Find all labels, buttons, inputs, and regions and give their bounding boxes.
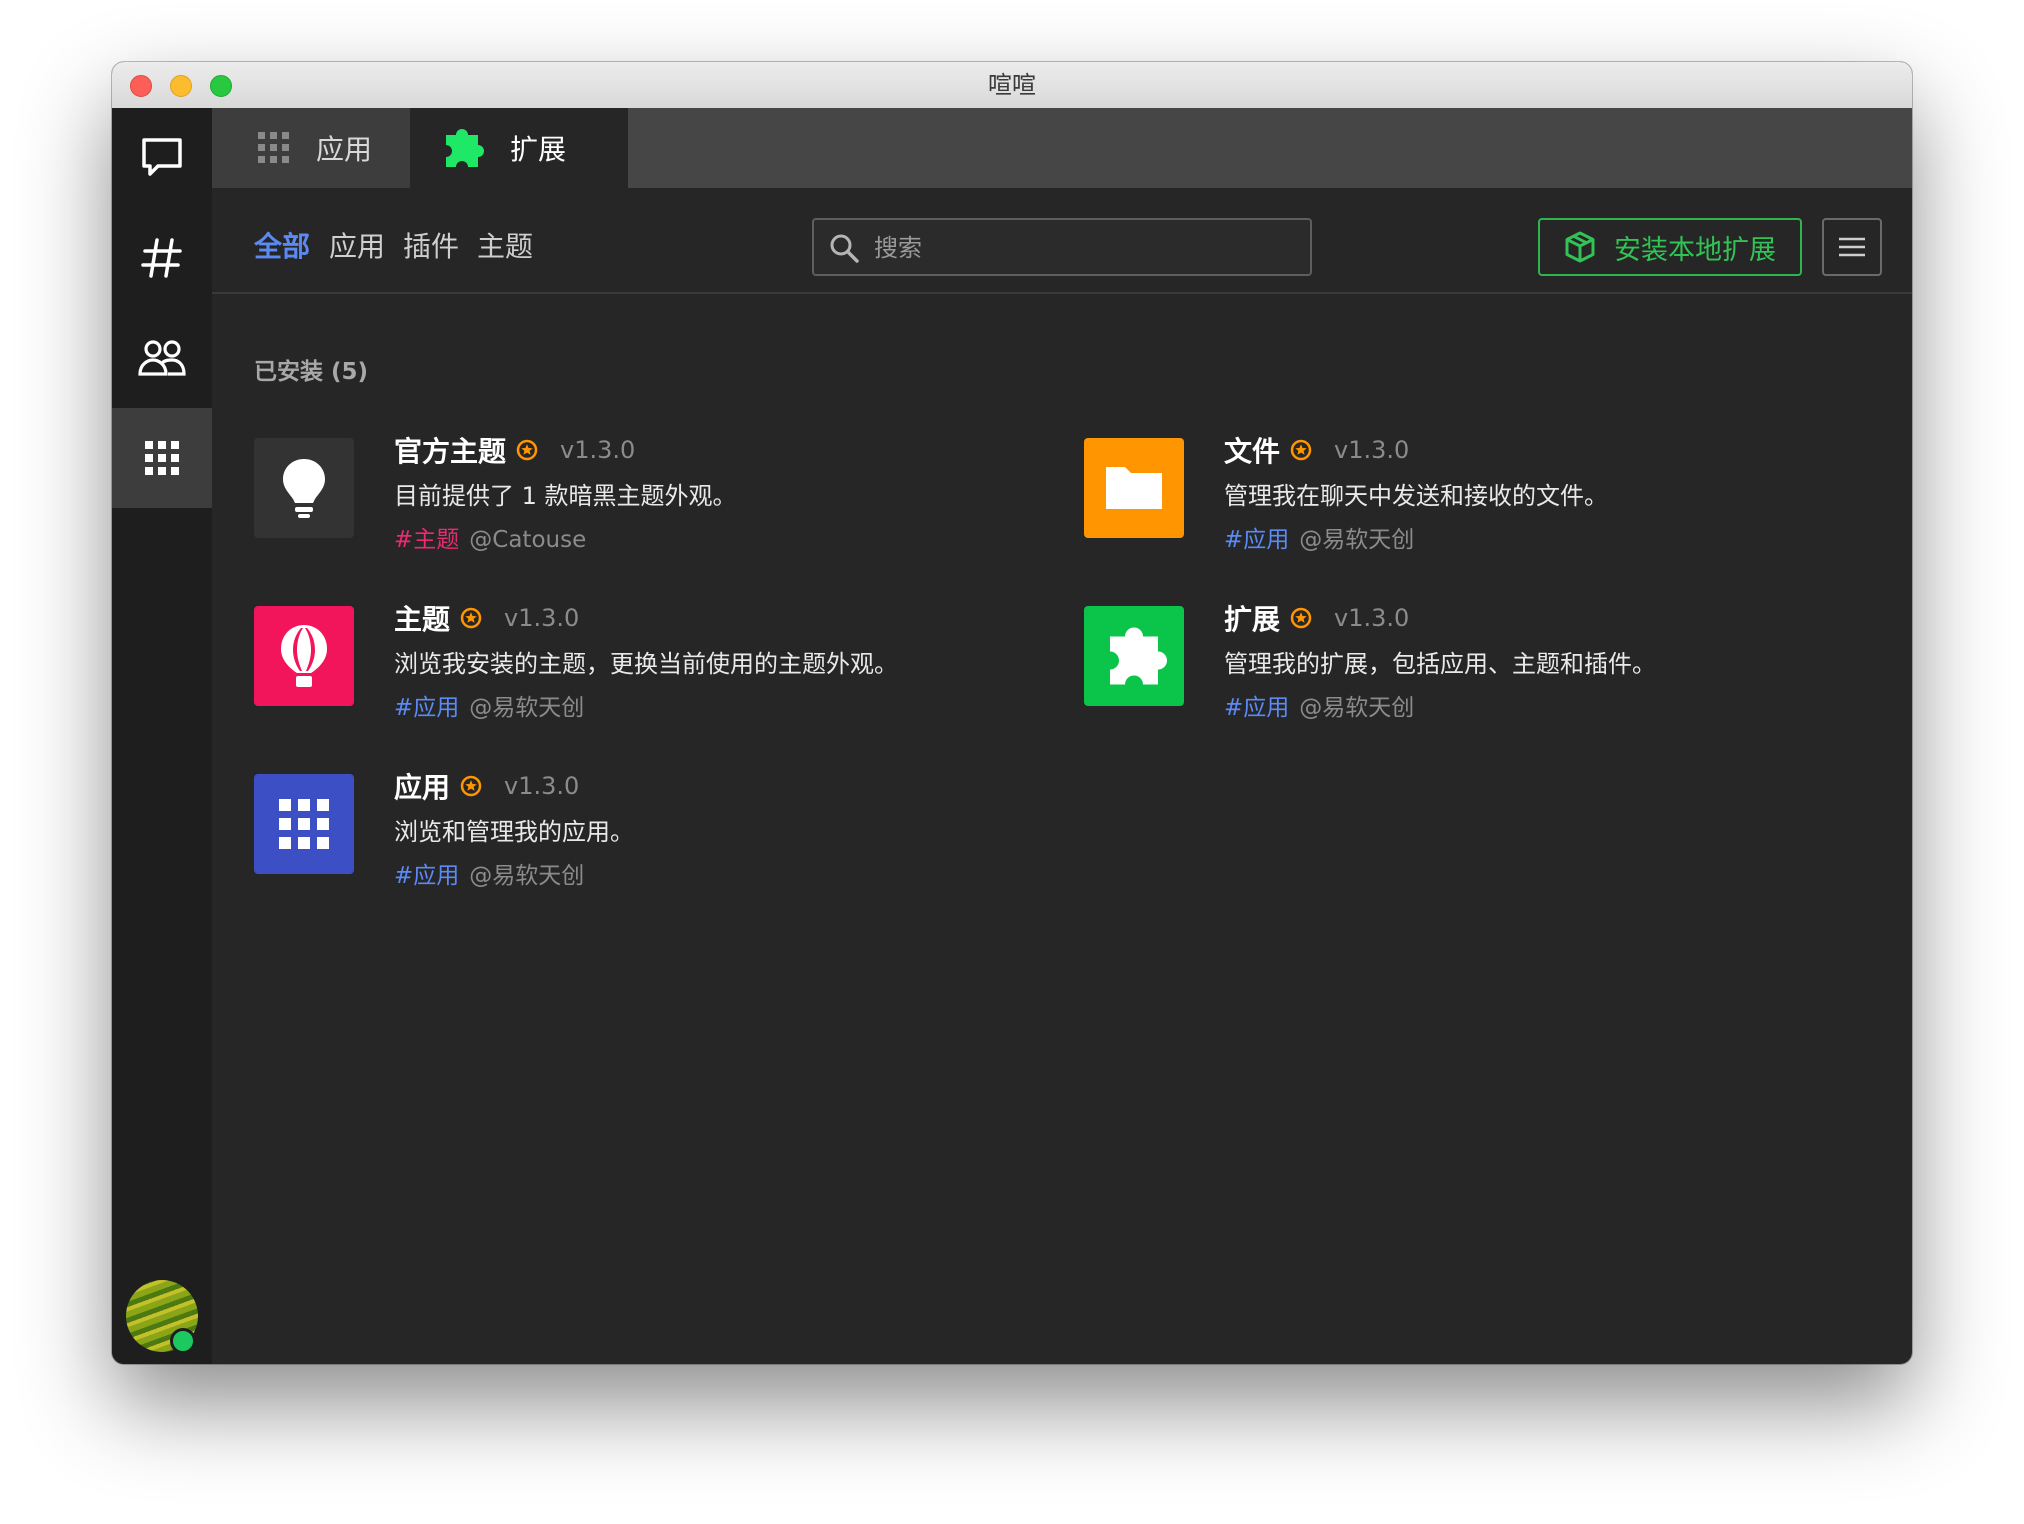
nav-channels[interactable] <box>112 208 212 308</box>
package-icon <box>1565 231 1595 263</box>
extension-meta: #应用 @易软天创 <box>1224 520 1414 554</box>
extension-name-row: 扩展 v1.3.0 <box>1224 598 1409 638</box>
extension-version: v1.3.0 <box>1334 604 1410 632</box>
star-badge-icon <box>460 775 482 797</box>
extension-card[interactable]: 文件 v1.3.0 管理我在聊天中发送和接收的文件。 #应用 @易软天创 <box>1084 430 1864 570</box>
apps-grid-icon <box>145 441 179 475</box>
installed-section-title: 已安装 (5) <box>254 359 369 385</box>
extension-icon-box <box>1084 606 1184 706</box>
filter-themes[interactable]: 主题 <box>477 188 533 306</box>
tab-bar: 应用 扩展 <box>212 108 1912 188</box>
extension-version: v1.3.0 <box>504 604 580 632</box>
tab-apps-label: 应用 <box>316 133 373 166</box>
extension-author[interactable]: @易软天创 <box>469 695 584 721</box>
extension-description: 浏览我安装的主题，更换当前使用的主题外观。 <box>394 650 898 678</box>
menu-button[interactable] <box>1822 218 1882 276</box>
extension-icon-box <box>254 774 354 874</box>
left-navigation <box>112 108 212 1364</box>
search-input[interactable] <box>872 220 1296 276</box>
extension-version: v1.3.0 <box>560 436 636 464</box>
puzzle-icon <box>1110 627 1167 685</box>
extension-name: 文件 <box>1224 435 1281 468</box>
extension-description: 管理我在聊天中发送和接收的文件。 <box>1224 482 1608 510</box>
tab-apps[interactable]: 应用 <box>212 108 410 188</box>
star-badge-icon <box>1290 607 1312 629</box>
star-badge-icon <box>1290 439 1312 461</box>
hashtag-icon <box>141 238 182 278</box>
title-bar: 喧喧 <box>112 62 1912 109</box>
extension-icon-box <box>254 438 354 538</box>
extension-icon-box <box>1084 438 1184 538</box>
extension-meta: #主题 @Catouse <box>394 520 586 554</box>
extension-meta: #应用 @易软天创 <box>394 856 584 890</box>
extension-name: 官方主题 <box>394 435 507 468</box>
extension-meta: #应用 @易软天创 <box>1224 688 1414 722</box>
grid-icon <box>279 799 329 849</box>
extension-version: v1.3.0 <box>504 772 580 800</box>
grid-icon <box>258 132 289 163</box>
extension-card[interactable]: 官方主题 v1.3.0 目前提供了 1 款暗黑主题外观。 #主题 @Catouse <box>254 430 1034 570</box>
extension-name-row: 应用 v1.3.0 <box>394 766 579 806</box>
star-badge-icon <box>460 607 482 629</box>
search-icon <box>830 234 859 263</box>
search-box <box>812 218 1312 276</box>
hamburger-menu-icon <box>1839 237 1865 257</box>
extension-tag[interactable]: #应用 <box>394 695 459 721</box>
star-badge-icon <box>516 439 538 461</box>
nav-contacts[interactable] <box>112 308 212 408</box>
extension-name: 应用 <box>394 771 451 804</box>
extension-card[interactable]: 应用 v1.3.0 浏览和管理我的应用。 #应用 @易软天创 <box>254 766 1034 906</box>
extension-description: 管理我的扩展，包括应用、主题和插件。 <box>1224 650 1656 678</box>
extension-description: 浏览和管理我的应用。 <box>394 818 634 846</box>
balloon-icon <box>281 625 327 687</box>
extension-tag[interactable]: #主题 <box>394 527 459 553</box>
extension-author[interactable]: @易软天创 <box>1299 695 1414 721</box>
contacts-icon <box>138 340 186 376</box>
extension-card[interactable]: 主题 v1.3.0 浏览我安装的主题，更换当前使用的主题外观。 #应用 @易软天创 <box>254 598 1034 738</box>
extension-name-row: 主题 v1.3.0 <box>394 598 579 638</box>
tab-extensions-label: 扩展 <box>510 133 567 166</box>
extension-meta: #应用 @易软天创 <box>394 688 584 722</box>
extension-author[interactable]: @易软天创 <box>469 863 584 889</box>
extension-name: 主题 <box>394 603 451 636</box>
extensions-toolbar: 全部 应用 插件 主题 安装本地扩展 <box>212 188 1912 294</box>
filter-all[interactable]: 全部 <box>254 188 310 306</box>
nav-apps[interactable] <box>112 408 212 508</box>
folder-icon <box>1106 467 1162 509</box>
extension-icon-box <box>254 606 354 706</box>
chat-icon <box>142 138 182 176</box>
extension-name-row: 官方主题 v1.3.0 <box>394 430 635 470</box>
filter-plugins[interactable]: 插件 <box>403 188 459 306</box>
extension-author[interactable]: @易软天创 <box>1299 527 1414 553</box>
extension-tag[interactable]: #应用 <box>1224 527 1289 553</box>
extension-description: 目前提供了 1 款暗黑主题外观。 <box>394 482 737 510</box>
extension-card[interactable]: 扩展 v1.3.0 管理我的扩展，包括应用、主题和插件。 #应用 @易软天创 <box>1084 598 1864 738</box>
nav-chat[interactable] <box>112 108 212 208</box>
extension-name-row: 文件 v1.3.0 <box>1224 430 1409 470</box>
filter-apps[interactable]: 应用 <box>329 188 385 306</box>
extension-tag[interactable]: #应用 <box>394 863 459 889</box>
online-status-indicator <box>170 1328 196 1354</box>
extension-name: 扩展 <box>1224 603 1281 636</box>
app-window: 喧喧 应用 扩展 全部 应用 插件 主题 搜索 安装本地扩展 已安装 (5) 官… <box>112 62 1912 1364</box>
extension-version: v1.3.0 <box>1334 436 1410 464</box>
extension-tag[interactable]: #应用 <box>1224 695 1289 721</box>
install-button-label: 安装本地扩展 <box>1614 234 1776 266</box>
extension-author[interactable]: @Catouse <box>469 527 586 553</box>
puzzle-icon <box>446 129 484 167</box>
window-title: 喧喧 <box>988 71 1036 99</box>
tab-extensions[interactable]: 扩展 <box>410 108 628 188</box>
install-local-extension-button[interactable]: 安装本地扩展 <box>1538 218 1802 276</box>
lightbulb-icon <box>283 459 325 518</box>
